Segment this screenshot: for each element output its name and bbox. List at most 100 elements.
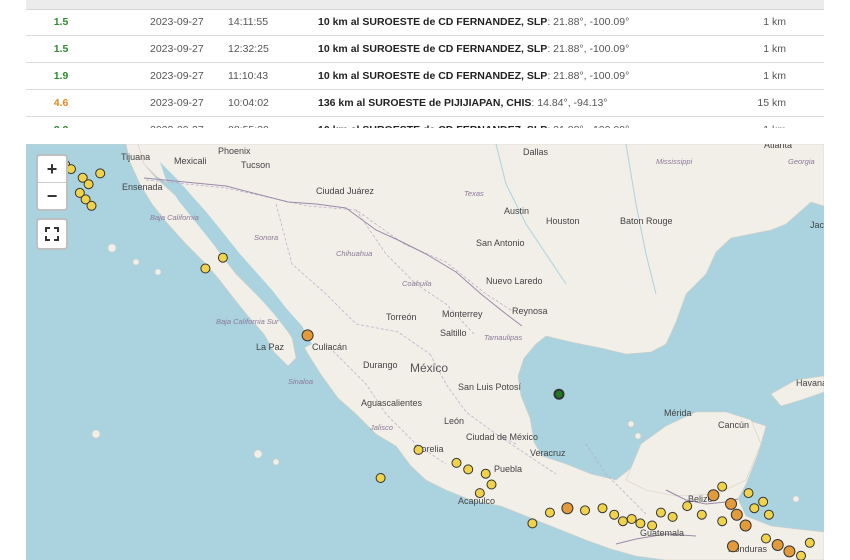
- quake-marker[interactable]: [707, 489, 720, 502]
- location-cell: 10 km al SUROESTE de CD FERNANDEZ, SLP: …: [318, 35, 666, 63]
- city-label: Saltillo: [440, 328, 467, 338]
- quake-marker[interactable]: [580, 505, 590, 516]
- place-text: 136 km al SUROESTE de PIJIJIAPAN, CHIS: [318, 97, 532, 109]
- quake-marker[interactable]: [375, 473, 386, 483]
- quake-marker[interactable]: [635, 518, 646, 529]
- quake-marker[interactable]: [647, 520, 658, 531]
- region-label: Texas: [464, 189, 484, 198]
- location-cell: 10 km al SUROESTE de CD FERNANDEZ, SLP: …: [318, 9, 666, 36]
- city-label: Culiacán: [312, 342, 347, 352]
- city-label: Houston: [546, 216, 580, 226]
- quake-row[interactable]: 2.22023-09-2708:55:3010 km al SUROESTE d…: [26, 116, 824, 128]
- quake-table-body: 1.5 2023-09-27 14:11:55 10 km al SUROESTE d…: [26, 9, 824, 128]
- quake-marker[interactable]: [617, 516, 628, 527]
- quake-marker[interactable]: [725, 497, 737, 510]
- quake-marker[interactable]: [544, 507, 555, 518]
- coords-text: : 14.84°, -94.13°: [531, 97, 608, 109]
- city-label: Baton Rouge: [620, 216, 673, 226]
- location-cell: 10 km al SUROESTE de CD FERNANDEZ, SLP: …: [318, 62, 666, 90]
- magnitude-cell: 2.2: [26, 116, 96, 128]
- quake-marker[interactable]: [730, 508, 743, 521]
- quake-marker[interactable]: [301, 329, 314, 342]
- quake-marker[interactable]: [95, 168, 106, 179]
- fullscreen-button[interactable]: [36, 218, 68, 250]
- quake-marker[interactable]: [717, 516, 728, 527]
- date-cell: 2023-09-27: [96, 35, 220, 63]
- quake-marker[interactable]: [655, 507, 666, 518]
- time-cell: 12:32:25: [220, 35, 318, 63]
- depth-cell: 15 km: [666, 89, 824, 117]
- quake-marker[interactable]: [667, 511, 678, 522]
- depth-cell: 1 km: [666, 62, 824, 90]
- quake-row[interactable]: 1.9 2023-09-27 11:10:43 10 km al SUROESTE d…: [26, 62, 824, 90]
- magnitude-cell: 4.6: [26, 89, 96, 117]
- quake-marker[interactable]: [597, 503, 608, 514]
- quake-marker[interactable]: [463, 464, 474, 475]
- time-cell: 08:55:30: [220, 116, 318, 128]
- coords-text: : 21.88°, -100.09°: [547, 70, 630, 82]
- zoom-in-button[interactable]: +: [38, 156, 66, 183]
- quake-marker[interactable]: [553, 388, 565, 400]
- city-label: Monterrey: [442, 309, 483, 319]
- coords-text: : 21.88°, -100.09°: [547, 43, 630, 55]
- city-label: Guatemala: [640, 528, 684, 538]
- quake-row[interactable]: 1.5 2023-09-27 12:32:25 10 km al SUROESTE d…: [26, 35, 824, 63]
- quake-marker[interactable]: [758, 496, 769, 507]
- quake-marker[interactable]: [763, 509, 774, 520]
- quake-marker[interactable]: [217, 252, 228, 263]
- region-label: Baja California Sur: [216, 317, 279, 326]
- quake-row[interactable]: 4.6 2023-09-27 10:04:02 136 km al SUROESTE …: [26, 89, 824, 117]
- quake-marker[interactable]: [609, 509, 620, 520]
- quake-marker[interactable]: [783, 545, 796, 558]
- quake-row[interactable]: 1.5 2023-09-27 14:11:55 10 km al SUROESTE d…: [26, 9, 824, 36]
- depth-cell: 1 km: [666, 116, 824, 128]
- place-text: 10 km al SUROESTE de CD FERNANDEZ, SLP: [318, 16, 548, 28]
- quake-marker[interactable]: [527, 518, 538, 529]
- quake-marker[interactable]: [717, 481, 728, 492]
- quake-marker[interactable]: [761, 533, 771, 544]
- city-label: Nuevo Laredo: [486, 276, 543, 286]
- quake-marker[interactable]: [696, 509, 707, 520]
- zoom-out-button[interactable]: −: [38, 183, 66, 209]
- earthquake-map[interactable]: Tijuana Mexicali Phoenix Tucson Ensenada Ciud…: [26, 144, 824, 560]
- quake-marker[interactable]: [739, 519, 752, 532]
- quake-marker[interactable]: [83, 179, 94, 190]
- quake-marker[interactable]: [771, 539, 784, 551]
- place-text: 10 km al SUROESTE de CD FERNANDEZ, SLP: [318, 43, 548, 55]
- city-label: Ciudad de México: [466, 432, 538, 442]
- city-label: Veracruz: [530, 448, 566, 458]
- quake-marker[interactable]: [626, 514, 637, 524]
- region-label: Tamaulipas: [484, 333, 522, 342]
- quake-marker[interactable]: [682, 501, 693, 512]
- location-cell: 136 km al SUROESTE de PIJIJIAPAN, CHIS: …: [318, 89, 666, 117]
- quake-marker[interactable]: [727, 540, 739, 553]
- quake-marker[interactable]: [451, 457, 462, 468]
- city-label: Tijuana: [121, 152, 150, 162]
- date-cell: 2023-09-27: [96, 9, 220, 36]
- quake-marker[interactable]: [804, 537, 815, 548]
- time-cell: 14:11:55: [220, 9, 318, 36]
- region-label: Sinaloa: [288, 377, 313, 386]
- region-label: Baja California: [150, 213, 199, 222]
- quake-table: 1.5 2023-09-27 14:11:55 10 km al SUROESTE d…: [26, 0, 824, 128]
- map-canvas[interactable]: Tijuana Mexicali Phoenix Tucson Ensenada Ciud…: [26, 144, 824, 560]
- quake-marker[interactable]: [561, 502, 574, 515]
- quake-marker[interactable]: [486, 479, 497, 490]
- quake-marker[interactable]: [474, 488, 485, 499]
- quake-marker[interactable]: [749, 503, 760, 514]
- region-label: Georgia: [788, 157, 815, 166]
- quake-marker[interactable]: [86, 200, 97, 211]
- coords-text: : 21.88°, -100.09°: [547, 124, 629, 128]
- magnitude-cell: 1.5: [26, 9, 96, 36]
- city-label: Torreón: [386, 312, 417, 322]
- quake-marker[interactable]: [796, 550, 806, 560]
- quake-marker[interactable]: [413, 444, 424, 455]
- place-text: 10 km al SUROESTE de CD FERNANDEZ, SLP: [318, 70, 548, 82]
- quake-marker[interactable]: [743, 488, 754, 499]
- quake-marker[interactable]: [480, 468, 491, 479]
- time-cell: 11:10:43: [220, 62, 318, 90]
- quake-marker[interactable]: [200, 263, 211, 274]
- city-label: León: [444, 416, 464, 426]
- depth-cell: 1 km: [666, 35, 824, 63]
- city-label: Dallas: [523, 147, 549, 157]
